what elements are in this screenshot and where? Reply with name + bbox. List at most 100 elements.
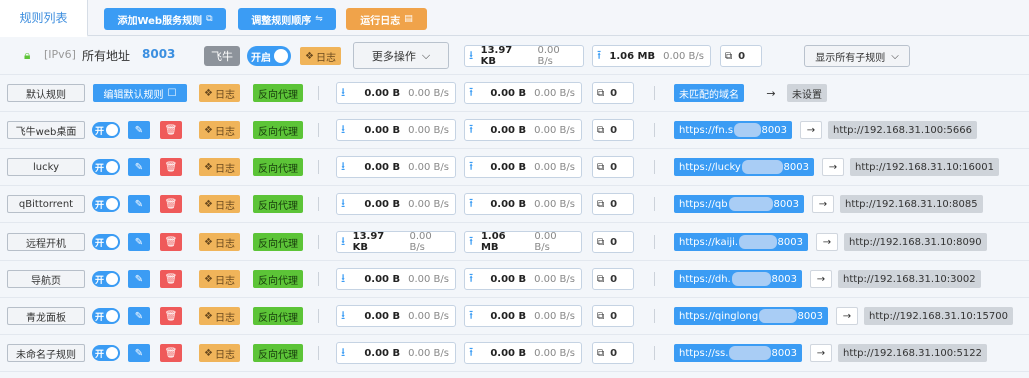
separator [318,272,319,286]
log-button[interactable]: ❖ 日志 [199,195,240,213]
log-button[interactable]: ❖ 日志 [199,121,240,139]
global-log-button[interactable]: ❖ 日志 [300,47,341,65]
trash-icon: 🗑︎ [164,198,178,210]
link-icon: ⧉ [597,347,605,359]
rule-enable-toggle[interactable]: 开 [92,345,120,361]
reverse-proxy-badge: 反向代理 [253,84,303,102]
rule-enable-toggle[interactable]: 开 [92,159,120,175]
delete-rule-button[interactable]: 🗑︎ [160,233,182,251]
log-diamond-icon: ❖ [204,273,213,285]
global-upload-traffic: ⭱ 1.06 MB 0.00 B/s [592,45,711,67]
domain-badge[interactable]: https://dh. 8003 [674,270,802,288]
rule-name: 青龙面板 [7,307,85,325]
edit-rule-button[interactable]: ✎ [128,233,150,251]
log-button[interactable]: ❖ 日志 [199,158,240,176]
run-log-button[interactable]: 运行日志 ▤ [346,8,427,30]
arrow-right-icon: → [836,307,858,325]
edit-rule-button[interactable]: ✎ [128,158,150,176]
global-enable-toggle[interactable]: 开启 [247,46,291,66]
target-badge: http://192.168.31.10:8090 [844,233,987,251]
top-bar: 规则列表 添加Web服务规则 ⧉ 调整规则顺序 ⇋ 运行日志 ▤ [0,0,1029,37]
rule-name: lucky [7,158,85,176]
show-all-subrules-button[interactable]: 显示所有子规则 ⌵ [804,45,910,67]
separator [318,123,319,137]
rule-enable-toggle[interactable]: 开 [92,271,120,287]
edit-icon: ✎ [134,236,144,248]
reverse-proxy-badge: 反向代理 [253,344,303,362]
download-icon: ⭳ [341,195,346,210]
edit-rule-button[interactable]: ✎ [128,344,150,362]
reorder-rules-button[interactable]: 调整规则顺序 ⇋ [238,8,336,30]
swap-icon: ⇋ [315,14,323,24]
target-badge: http://192.168.31.100:5122 [838,344,987,362]
domain-badge[interactable]: https://qb 8003 [674,195,804,213]
edit-rule-button[interactable]: ✎ [128,270,150,288]
link-icon: ⧉ [597,161,605,173]
domain-badge[interactable]: https://qinglong 8003 [674,307,828,325]
ipv6-tag: [IPv6] [44,48,76,61]
delete-rule-button[interactable]: 🗑︎ [160,270,182,288]
domain-badge[interactable]: https://ss. 8003 [674,344,802,362]
global-connections: ⧉ 0 [720,45,762,67]
download-icon: ⭳ [341,233,346,248]
download-icon: ⭳ [469,47,474,62]
separator [318,309,319,323]
separator [318,197,319,211]
separator [654,86,655,100]
rule-enable-toggle[interactable]: 开 [92,196,120,212]
log-button[interactable]: ❖ 日志 [199,84,240,102]
separator [654,197,655,211]
log-diamond-icon: ❖ [204,161,213,173]
download-icon: ⭳ [341,270,346,285]
rule-enable-toggle[interactable]: 开 [92,122,120,138]
log-button[interactable]: ❖ 日志 [199,270,240,288]
delete-rule-button[interactable]: 🗑︎ [160,195,182,213]
connections: ⧉ 0 [592,119,634,141]
target-badge: 未设置 [787,84,827,102]
edit-icon: ✎ [134,310,144,322]
upload-icon: ⭱ [469,121,474,136]
arrow-right-icon: → [816,233,838,251]
delete-rule-button[interactable]: 🗑︎ [160,158,182,176]
separator [654,123,655,137]
rule-enable-toggle[interactable]: 开 [92,234,120,250]
log-button[interactable]: ❖ 日志 [199,307,240,325]
edit-rule-button[interactable]: ✎ [128,307,150,325]
edit-rule-button[interactable]: ✎ [128,195,150,213]
more-ops-button[interactable]: 更多操作 ⌵ [353,42,449,69]
rule-enable-toggle[interactable]: 开 [92,308,120,324]
delete-rule-button[interactable]: 🗑︎ [160,121,182,139]
reverse-proxy-badge: 反向代理 [253,270,303,288]
chevron-down-icon: ⌵ [891,50,899,62]
toggle-knob [106,310,118,322]
rule-row: 飞牛web桌面 开 ✎ 🗑︎ ❖ 日志 反向代理 ⭳ 0.00 B 0.00 B/… [0,112,1029,149]
domain-badge[interactable]: https://kaiji. 8003 [674,233,808,251]
chevron-down-icon: ⌵ [421,48,431,62]
rule-name: 默认规则 [7,84,85,102]
domain-badge[interactable]: https://lucky 8003 [674,158,814,176]
upload-traffic: ⭱ 0.00 B 0.00 B/s [464,82,582,104]
upload-icon: ⭱ [469,158,474,173]
log-button[interactable]: ❖ 日志 [199,344,240,362]
tab-rule-list[interactable]: 规则列表 [0,0,88,37]
trash-icon: 🗑︎ [164,236,178,248]
domain-badge[interactable]: https://fn.s 8003 [674,121,792,139]
upload-icon: ⭱ [469,84,474,99]
link-icon: ⧉ [597,236,605,248]
global-rule-row: 🔒︎ [IPv6] 所有地址 8003 飞牛 开启 ❖ 日志 更多操作 ⌵ ⭳ 13… [0,37,1029,75]
toggle-knob [106,273,118,285]
domain-badge: 未匹配的域名 [674,84,744,102]
log-diamond-icon: ❖ [204,347,213,359]
add-web-rule-button[interactable]: 添加Web服务规则 ⧉ [104,8,226,30]
edit-default-rule-button[interactable]: 编辑默认规则 ☐ [93,84,187,102]
delete-rule-button[interactable]: 🗑︎ [160,344,182,362]
log-button[interactable]: ❖ 日志 [199,233,240,251]
arrow-right-icon: → [812,195,834,213]
lock-icon: 🔒︎ [24,48,31,62]
link-icon: ⧉ [597,198,605,210]
delete-rule-button[interactable]: 🗑︎ [160,307,182,325]
rule-row: qBittorrent 开 ✎ 🗑︎ ❖ 日志 反向代理 ⭳ 0.00 B 0.0… [0,186,1029,223]
connections: ⧉ 0 [592,82,634,104]
separator [318,346,319,360]
edit-rule-button[interactable]: ✎ [128,121,150,139]
